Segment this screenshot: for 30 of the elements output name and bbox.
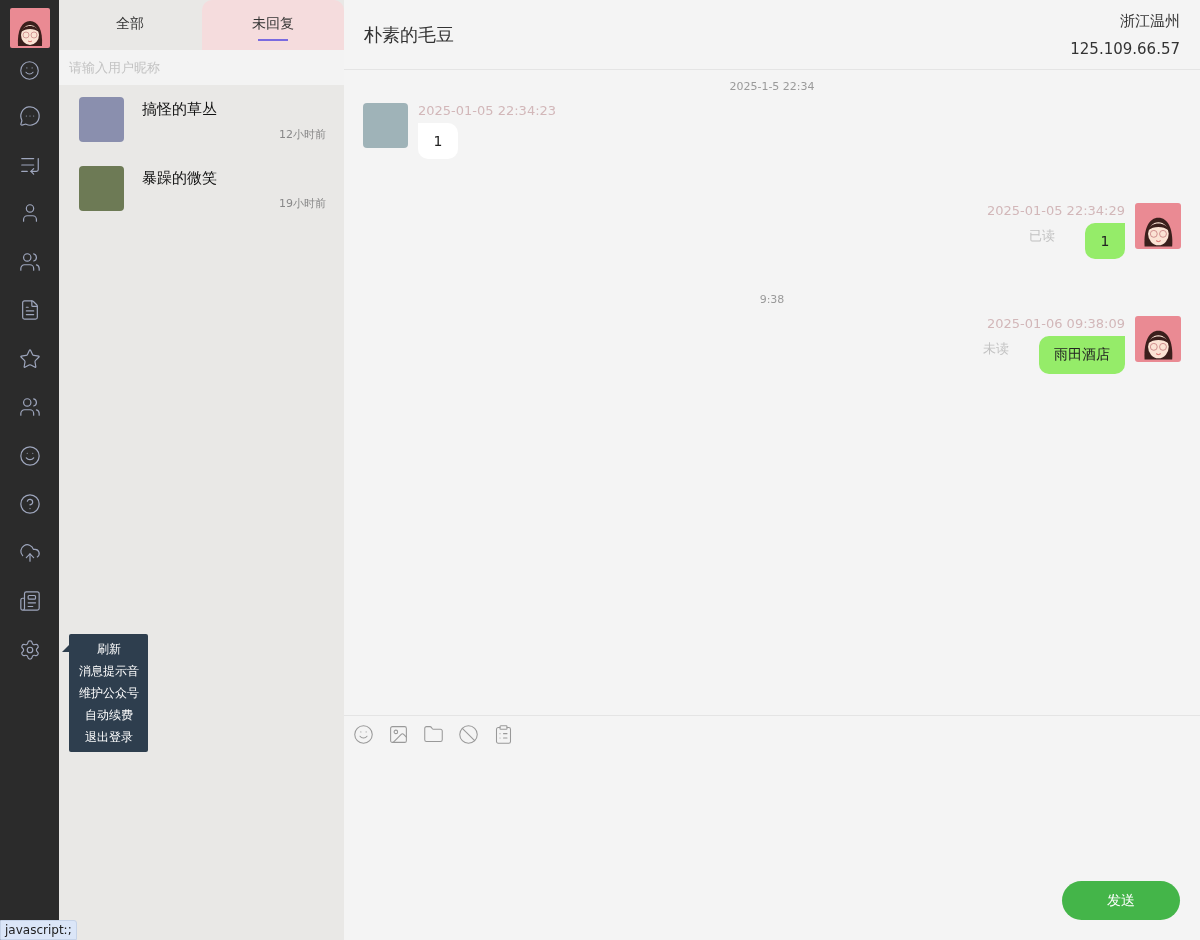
menu-item[interactable]: 自动续费 [84, 706, 133, 724]
message-bubble: 1 [1085, 223, 1125, 259]
contact-name[interactable]: 暴躁的微笑 [142, 169, 326, 188]
tab[interactable]: 未回复 [201, 0, 344, 50]
image-icon[interactable] [388, 724, 409, 745]
menu-item[interactable]: 刷新 [96, 640, 121, 658]
location-text: 浙江温州 [1120, 11, 1180, 31]
message-time: 2025-01-05 22:34:29 [986, 203, 1125, 218]
menu-item[interactable]: 维护公众号 [78, 684, 139, 702]
message-bubble: 1 [418, 123, 458, 159]
contact-time: 19小时前 [279, 196, 326, 211]
menu-item[interactable]: 消息提示音 [78, 662, 139, 680]
time-separator: 2025-1-5 22:34 [729, 80, 815, 93]
chat-title: 朴素的毛豆 [364, 22, 454, 47]
contact-name[interactable]: 搞怪的草丛 [142, 100, 326, 119]
block-icon[interactable] [458, 724, 479, 745]
menu-item[interactable]: 退出登录 [84, 728, 133, 746]
status-link-tooltip: javascript:; [0, 920, 77, 940]
photo-placeholder [79, 97, 124, 142]
contact-time: 12小时前 [279, 127, 326, 142]
photo-placeholder [363, 103, 408, 148]
tab[interactable]: 全部 [59, 0, 202, 50]
emoji-icon[interactable] [353, 724, 374, 745]
message-bubble: 雨田酒店 [1039, 336, 1125, 374]
message-time: 2025-01-06 09:38:09 [986, 316, 1125, 331]
ip-address: 125.109.66.57 [1070, 39, 1180, 58]
photo-placeholder [79, 166, 124, 211]
message-time: 2025-01-05 22:34:23 [418, 103, 557, 118]
time-separator: 9:38 [759, 293, 785, 306]
folder-icon[interactable] [423, 724, 444, 745]
